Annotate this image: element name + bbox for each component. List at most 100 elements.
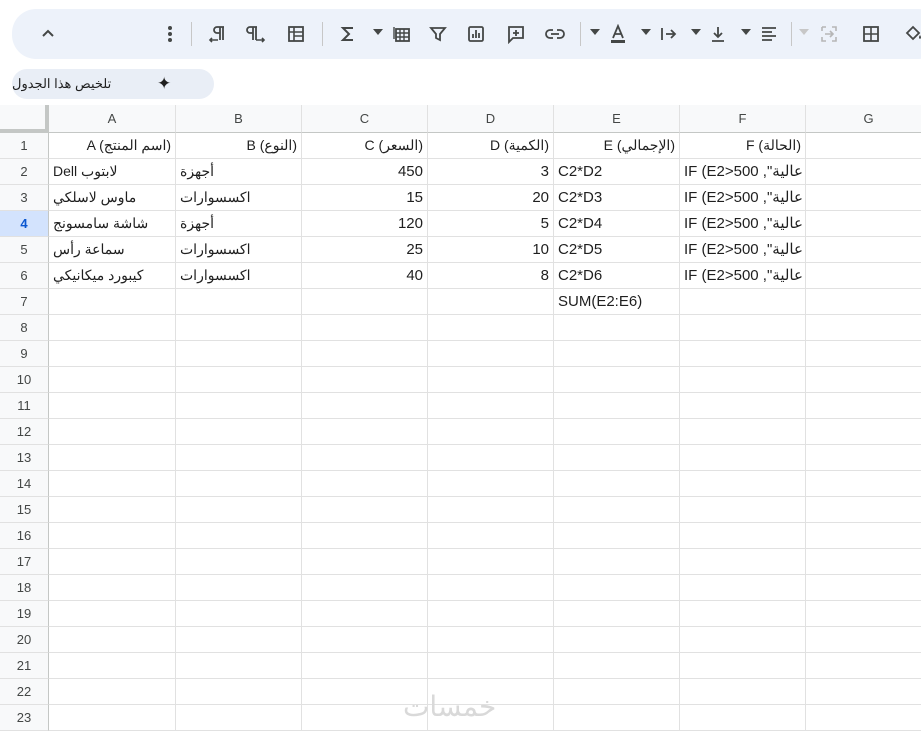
row-header[interactable]: 8 <box>0 315 49 341</box>
cell-e20[interactable] <box>554 627 680 653</box>
cell-c12[interactable] <box>302 419 428 445</box>
cell-f13[interactable] <box>680 445 806 471</box>
cell-a1[interactable]: A (اسم المنتج) <box>49 133 176 159</box>
cell-c7[interactable] <box>302 289 428 315</box>
cell-c14[interactable] <box>302 471 428 497</box>
cell-e3[interactable]: C2*D3 <box>554 185 680 211</box>
ltr-text-icon[interactable] <box>204 19 232 49</box>
row-header[interactable]: 6 <box>0 263 49 289</box>
cell-f22[interactable] <box>680 679 806 705</box>
cell-g7[interactable] <box>806 289 921 315</box>
chart-icon[interactable] <box>462 19 490 49</box>
cell-b22[interactable] <box>176 679 302 705</box>
cell-d15[interactable] <box>428 497 554 523</box>
cell-d4[interactable]: 5 <box>428 211 554 237</box>
cell-e19[interactable] <box>554 601 680 627</box>
cell-e9[interactable] <box>554 341 680 367</box>
cell-f18[interactable] <box>680 575 806 601</box>
cell-d5[interactable]: 10 <box>428 237 554 263</box>
cell-b8[interactable] <box>176 315 302 341</box>
cell-d19[interactable] <box>428 601 554 627</box>
cell-a20[interactable] <box>49 627 176 653</box>
cell-g6[interactable] <box>806 263 921 289</box>
borders-icon[interactable] <box>858 19 884 49</box>
cell-b14[interactable] <box>176 471 302 497</box>
cell-b10[interactable] <box>176 367 302 393</box>
cell-g2[interactable] <box>806 159 921 185</box>
column-header-d[interactable]: D <box>428 105 554 133</box>
cell-a17[interactable] <box>49 549 176 575</box>
cell-g16[interactable] <box>806 523 921 549</box>
cell-e13[interactable] <box>554 445 680 471</box>
cell-a14[interactable] <box>49 471 176 497</box>
cell-d20[interactable] <box>428 627 554 653</box>
cell-c2[interactable]: 450 <box>302 159 428 185</box>
cell-a18[interactable] <box>49 575 176 601</box>
cell-c19[interactable] <box>302 601 428 627</box>
cell-c11[interactable] <box>302 393 428 419</box>
align-left-icon[interactable] <box>756 19 782 49</box>
cell-d17[interactable] <box>428 549 554 575</box>
cell-a3[interactable]: ماوس لاسلكي <box>49 185 176 211</box>
cell-a9[interactable] <box>49 341 176 367</box>
cell-b3[interactable]: اكسسوارات <box>176 185 302 211</box>
cell-b9[interactable] <box>176 341 302 367</box>
cell-f15[interactable] <box>680 497 806 523</box>
cell-b1[interactable]: B (النوع) <box>176 133 302 159</box>
fill-color-icon[interactable] <box>900 19 921 49</box>
cell-b12[interactable] <box>176 419 302 445</box>
cell-f11[interactable] <box>680 393 806 419</box>
cell-a5[interactable]: سماعة رأس <box>49 237 176 263</box>
row-header[interactable]: 9 <box>0 341 49 367</box>
cell-e12[interactable] <box>554 419 680 445</box>
cell-e22[interactable] <box>554 679 680 705</box>
cell-a15[interactable] <box>49 497 176 523</box>
cell-f1[interactable]: F (الحالة) <box>680 133 806 159</box>
cell-d3[interactable]: 20 <box>428 185 554 211</box>
cell-a4[interactable]: شاشة سامسونج <box>49 211 176 237</box>
cell-a12[interactable] <box>49 419 176 445</box>
vertical-align-bottom-icon[interactable] <box>706 19 730 49</box>
cell-b13[interactable] <box>176 445 302 471</box>
cell-c9[interactable] <box>302 341 428 367</box>
cell-e11[interactable] <box>554 393 680 419</box>
cell-e8[interactable] <box>554 315 680 341</box>
cell-g12[interactable] <box>806 419 921 445</box>
column-header-g[interactable]: G <box>806 105 921 133</box>
row-header[interactable]: 5 <box>0 237 49 263</box>
row-header[interactable]: 3 <box>0 185 49 211</box>
cell-a16[interactable] <box>49 523 176 549</box>
cell-d2[interactable]: 3 <box>428 159 554 185</box>
row-header[interactable]: 18 <box>0 575 49 601</box>
horizontal-align-dropdown-icon[interactable] <box>741 29 751 35</box>
pivot-table-icon[interactable] <box>282 19 310 49</box>
cell-b21[interactable] <box>176 653 302 679</box>
cell-b17[interactable] <box>176 549 302 575</box>
cell-d16[interactable] <box>428 523 554 549</box>
cell-b6[interactable]: اكسسوارات <box>176 263 302 289</box>
cell-c16[interactable] <box>302 523 428 549</box>
cell-e6[interactable]: C2*D6 <box>554 263 680 289</box>
vertical-align-dropdown-icon[interactable] <box>691 29 701 35</box>
cell-g19[interactable] <box>806 601 921 627</box>
cell-f19[interactable] <box>680 601 806 627</box>
cell-c4[interactable]: 120 <box>302 211 428 237</box>
cell-g10[interactable] <box>806 367 921 393</box>
cell-f2[interactable]: IF (E2>500 ,"عالية <box>680 159 806 185</box>
cell-e7[interactable]: SUM(E2:E6) <box>554 289 680 315</box>
row-header[interactable]: 15 <box>0 497 49 523</box>
cell-b18[interactable] <box>176 575 302 601</box>
link-icon[interactable] <box>541 19 569 49</box>
cell-e15[interactable] <box>554 497 680 523</box>
cell-g11[interactable] <box>806 393 921 419</box>
row-header[interactable]: 16 <box>0 523 49 549</box>
column-header-f[interactable]: F <box>680 105 806 133</box>
cell-c10[interactable] <box>302 367 428 393</box>
row-header[interactable]: 17 <box>0 549 49 575</box>
cell-a6[interactable]: كيبورد ميكانيكي <box>49 263 176 289</box>
cell-c21[interactable] <box>302 653 428 679</box>
cell-e5[interactable]: C2*D5 <box>554 237 680 263</box>
column-header-e[interactable]: E <box>554 105 680 133</box>
cell-d8[interactable] <box>428 315 554 341</box>
cell-e1[interactable]: E (الإجمالي) <box>554 133 680 159</box>
